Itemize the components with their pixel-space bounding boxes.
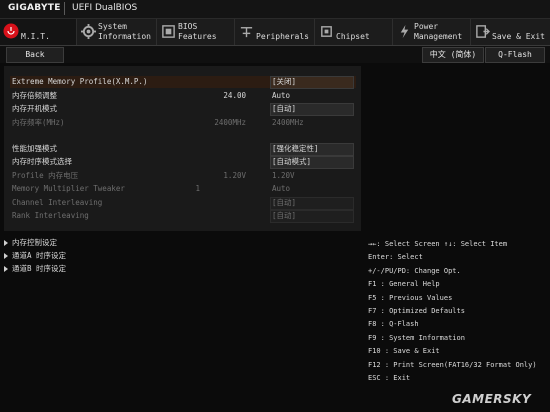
system-info-icon [81, 24, 96, 39]
tab-label: BIOS Features [178, 22, 217, 41]
product-name: UEFI DualBIOS [72, 3, 138, 13]
save-exit-icon [476, 25, 490, 38]
tab-label: System Information [98, 22, 151, 41]
help-line: ESC : Exit [368, 374, 411, 383]
mit-icon [3, 23, 19, 39]
brand-logo: GIGABYTE [8, 3, 61, 13]
submenu-memory-control[interactable]: 内存控制设定 [4, 237, 204, 249]
bios-features-icon [162, 25, 175, 38]
setting-row-xmp[interactable]: Extreme Memory Profile(X.M.P.) [关闭] [10, 76, 356, 89]
help-line: F8 : Q-Flash [368, 320, 419, 329]
setting-value: 2400MHz [272, 118, 304, 127]
tab-system-information[interactable]: System Information [77, 19, 157, 45]
language-button[interactable]: 中文 (简体) [422, 47, 484, 63]
tab-label: Peripherals [256, 32, 309, 41]
setting-row-multiplier-tweaker: Memory Multiplier Tweaker 1 Auto [10, 183, 356, 195]
main-tabs: M.I.T. System Information BIOS Features … [0, 19, 550, 46]
brand-divider [64, 2, 65, 15]
setting-value: Auto [272, 184, 291, 193]
help-line: +/-/PU/PD: Change Opt. [368, 266, 461, 275]
setting-value[interactable]: [自动模式] [272, 156, 311, 168]
tab-mit[interactable]: M.I.T. [0, 19, 77, 45]
setting-row-memory-frequency: 内存频率(MHz) 2400MHz 2400MHz [10, 117, 356, 129]
setting-label: Profile 内存电压 [12, 171, 79, 180]
setting-value: [自动] [272, 211, 297, 220]
watermark: GAMERSKY [452, 392, 532, 406]
back-button[interactable]: Back [6, 47, 64, 63]
help-line: F7 : Optimized Defaults [368, 307, 465, 316]
tab-label: Chipset [336, 32, 370, 41]
help-line: F10 : Save & Exit [368, 347, 440, 356]
setting-label: 内存开机模式 [12, 104, 57, 113]
submenu-channel-a-timing[interactable]: 通道A 时序设定 [4, 250, 204, 262]
setting-row-timing-mode[interactable]: 内存时序模式选择 [自动模式] [10, 156, 356, 169]
setting-row-profile-voltage: Profile 内存电压 1.20V 1.20V [10, 170, 356, 182]
help-line: →←: Select Screen ↑↓: Select Item [368, 240, 508, 248]
setting-label: Memory Multiplier Tweaker [12, 184, 125, 193]
setting-label: 内存频率(MHz) [12, 118, 65, 127]
setting-row-channel-interleaving: Channel Interleaving [自动] [10, 197, 356, 210]
setting-row-performance-enhance[interactable]: 性能加强模式 [强化稳定性] [10, 143, 356, 156]
peripherals-icon [240, 27, 253, 38]
tab-save-exit[interactable]: Save & Exit [471, 19, 550, 45]
arrow-right-icon [4, 240, 8, 246]
arrow-right-icon [4, 253, 8, 259]
setting-row-memory-boot-mode[interactable]: 内存开机模式 [自动] [10, 103, 356, 116]
submenu-label: 内存控制设定 [12, 238, 57, 247]
setting-value[interactable]: [关闭] [272, 76, 296, 88]
submenu-label: 通道A 时序设定 [12, 251, 67, 260]
tab-peripherals[interactable]: Peripherals [235, 19, 315, 45]
setting-value: [自动] [272, 198, 297, 207]
submenu-channel-b-timing[interactable]: 通道B 时序设定 [4, 263, 204, 275]
setting-row-memory-multiplier[interactable]: 内存倍频调整 24.00 Auto [10, 90, 356, 102]
setting-label: Channel Interleaving [12, 198, 103, 207]
setting-current: 1 [195, 184, 200, 193]
setting-value[interactable]: [自动] [272, 103, 296, 115]
setting-label: Extreme Memory Profile(X.M.P.) [12, 77, 148, 86]
chipset-icon [321, 26, 332, 37]
tab-label: M.I.T. [21, 32, 50, 41]
title-bar: GIGABYTE UEFI DualBIOS [0, 0, 550, 19]
setting-row-rank-interleaving: Rank Interleaving [自动] [10, 210, 356, 223]
tab-label: Power Management [414, 22, 463, 41]
help-line: F12 : Print Screen(FAT16/32 Format Only) [368, 360, 537, 369]
tab-bios-features[interactable]: BIOS Features [157, 19, 235, 45]
setting-current: 24.00 [223, 91, 246, 100]
setting-label: 性能加强模式 [12, 144, 57, 153]
setting-current: 1.20V [223, 171, 246, 180]
key-help-panel: →←: Select Screen ↑↓: Select Item Enter:… [368, 238, 548, 385]
setting-value: 1.20V [272, 171, 295, 180]
setting-label: Rank Interleaving [12, 211, 89, 220]
setting-label: 内存时序模式选择 [12, 157, 72, 166]
setting-current: 2400MHz [214, 118, 246, 127]
help-line: Enter: Select [368, 253, 423, 262]
help-line: F5 : Previous Values [368, 293, 453, 302]
setting-value[interactable]: [强化稳定性] [272, 143, 319, 155]
tab-chipset[interactable]: Chipset [315, 19, 393, 45]
power-icon [400, 24, 409, 39]
help-line: F1 : General Help [368, 280, 440, 289]
setting-value[interactable]: Auto [272, 90, 290, 102]
arrow-right-icon [4, 266, 8, 272]
tab-power-management[interactable]: Power Management [393, 19, 471, 45]
qflash-button[interactable]: Q-Flash [485, 47, 545, 63]
tab-label: Save & Exit [492, 32, 545, 41]
submenu-label: 通道B 时序设定 [12, 264, 67, 273]
help-line: F9 : System Information [368, 333, 465, 342]
setting-label: 内存倍频调整 [12, 91, 57, 100]
